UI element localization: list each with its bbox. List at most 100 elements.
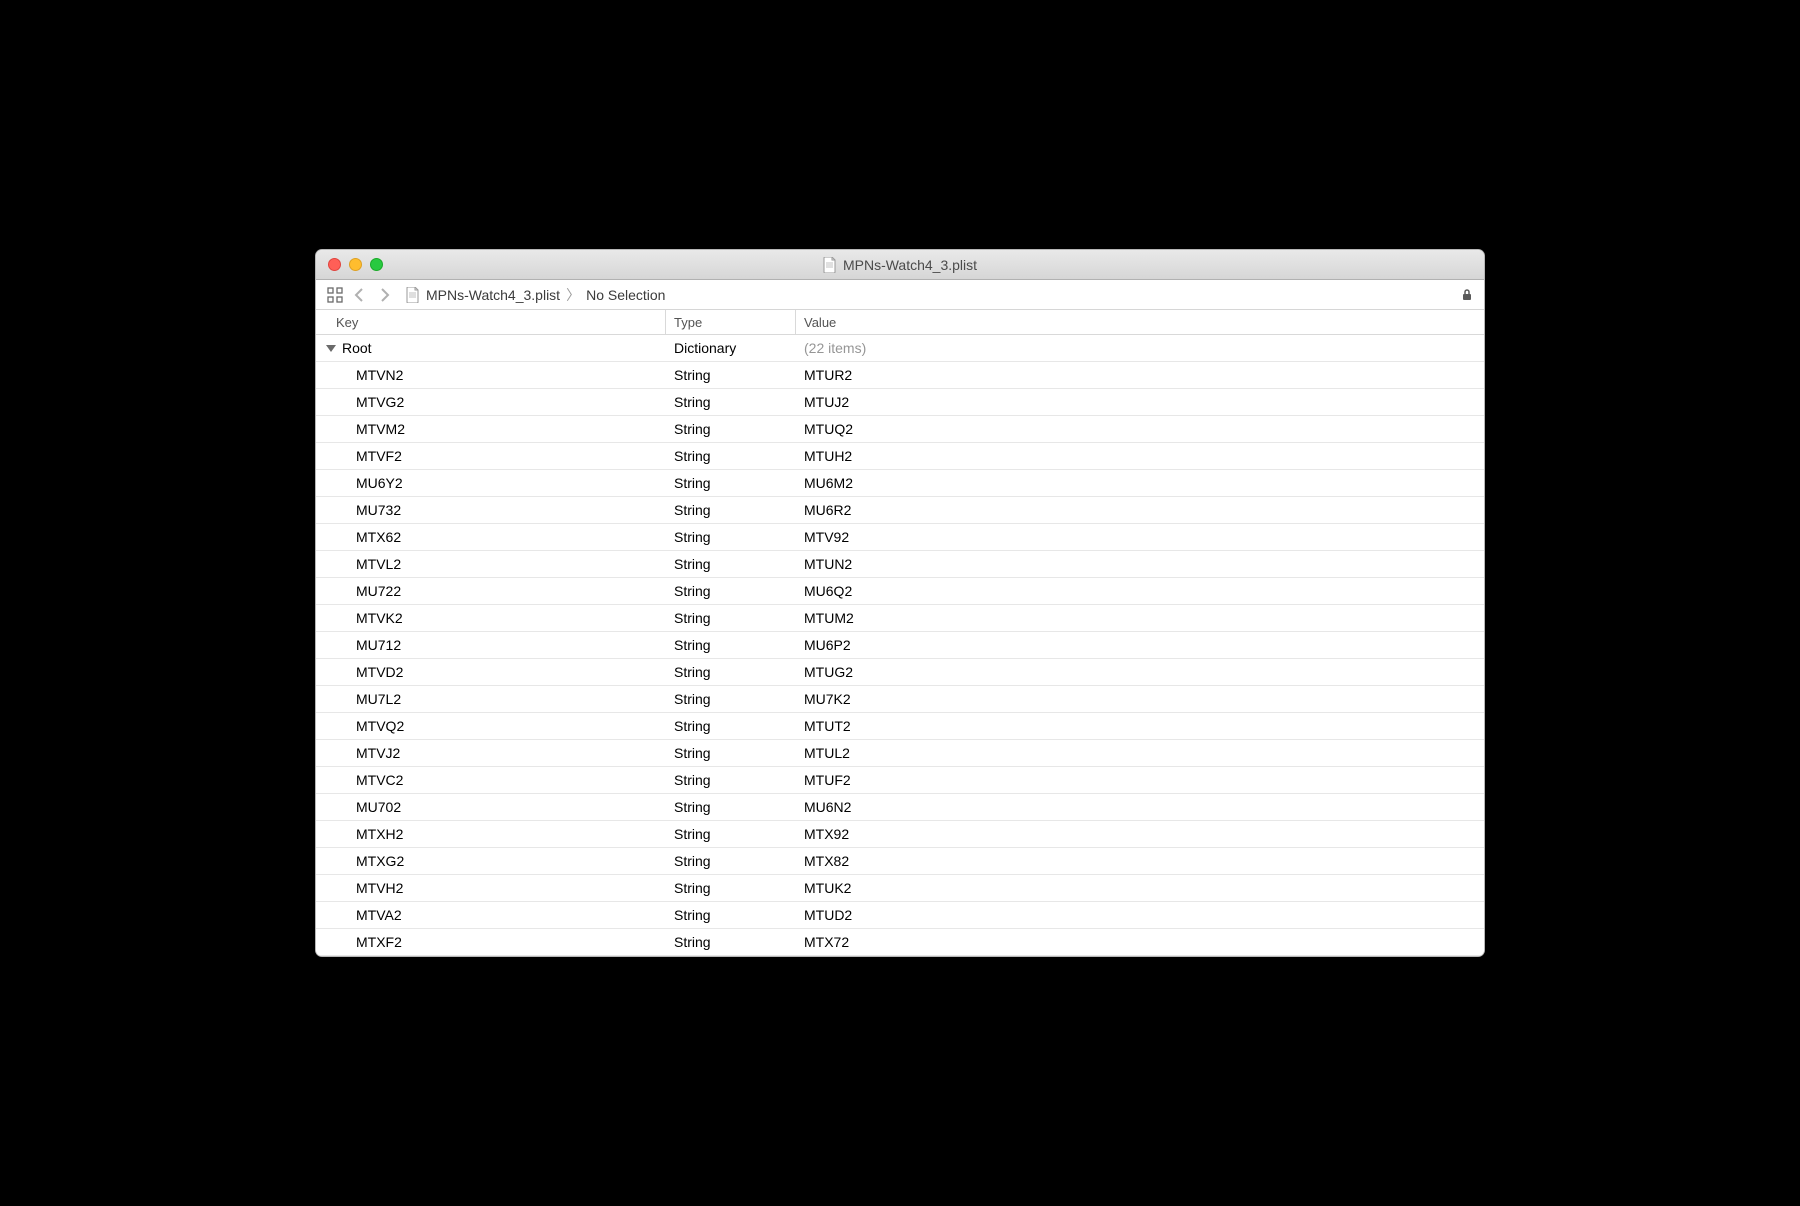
- lock-icon[interactable]: [1460, 288, 1474, 302]
- chevron-right-icon: 〉: [566, 285, 580, 305]
- cell-key: MTXG2: [316, 853, 666, 869]
- cell-value: MTUG2: [796, 664, 1484, 680]
- document-icon: [823, 257, 837, 273]
- table-row[interactable]: MU722StringMU6Q2: [316, 578, 1484, 605]
- cell-type: String: [666, 691, 796, 707]
- back-button[interactable]: [352, 287, 368, 303]
- cell-type: String: [666, 853, 796, 869]
- cell-type: String: [666, 610, 796, 626]
- window-title: MPNs-Watch4_3.plist: [316, 257, 1484, 273]
- table-header: Key Type Value: [316, 310, 1484, 335]
- close-button[interactable]: [328, 258, 341, 271]
- cell-type: String: [666, 826, 796, 842]
- table-row[interactable]: MTVL2StringMTUN2: [316, 551, 1484, 578]
- cell-type: String: [666, 718, 796, 734]
- table-row[interactable]: MTVQ2StringMTUT2: [316, 713, 1484, 740]
- cell-value: MTUL2: [796, 745, 1484, 761]
- cell-type: String: [666, 637, 796, 653]
- cell-key: MTX62: [316, 529, 666, 545]
- cell-key: MTVD2: [316, 664, 666, 680]
- cell-type: String: [666, 745, 796, 761]
- cell-key: MTVN2: [316, 367, 666, 383]
- cell-value: MU7K2: [796, 691, 1484, 707]
- document-icon: [406, 287, 420, 303]
- window-controls: [316, 258, 383, 271]
- cell-key: MU702: [316, 799, 666, 815]
- root-key: Root: [342, 340, 372, 356]
- table-row[interactable]: MTVD2StringMTUG2: [316, 659, 1484, 686]
- breadcrumb-file[interactable]: MPNs-Watch4_3.plist: [426, 287, 560, 303]
- table-row[interactable]: MTVC2StringMTUF2: [316, 767, 1484, 794]
- cell-type: String: [666, 772, 796, 788]
- cell-value: MTUF2: [796, 772, 1484, 788]
- table-row[interactable]: MTVJ2StringMTUL2: [316, 740, 1484, 767]
- table-row[interactable]: MTXH2StringMTX92: [316, 821, 1484, 848]
- cell-key: MTVL2: [316, 556, 666, 572]
- cell-value: MTUN2: [796, 556, 1484, 572]
- titlebar: MPNs-Watch4_3.plist: [316, 250, 1484, 280]
- cell-key: MTVF2: [316, 448, 666, 464]
- cell-type: String: [666, 556, 796, 572]
- minimize-button[interactable]: [349, 258, 362, 271]
- cell-value: MTUK2: [796, 880, 1484, 896]
- breadcrumb: MPNs-Watch4_3.plist 〉 No Selection: [406, 285, 665, 305]
- cell-value: MU6R2: [796, 502, 1484, 518]
- cell-value: MTUR2: [796, 367, 1484, 383]
- cell-value: MU6Q2: [796, 583, 1484, 599]
- cell-value: MTUM2: [796, 610, 1484, 626]
- cell-type: String: [666, 367, 796, 383]
- table-row[interactable]: MTXF2StringMTX72: [316, 929, 1484, 956]
- cell-type: String: [666, 934, 796, 950]
- cell-value: MTV92: [796, 529, 1484, 545]
- window-title-text: MPNs-Watch4_3.plist: [843, 257, 977, 273]
- table-row[interactable]: MU7L2StringMU7K2: [316, 686, 1484, 713]
- table-row[interactable]: MTVK2StringMTUM2: [316, 605, 1484, 632]
- toolbar: MPNs-Watch4_3.plist 〉 No Selection: [316, 280, 1484, 310]
- root-type: Dictionary: [666, 340, 796, 356]
- cell-key: MTVM2: [316, 421, 666, 437]
- cell-type: String: [666, 880, 796, 896]
- cell-value: MTUJ2: [796, 394, 1484, 410]
- cell-type: String: [666, 583, 796, 599]
- cell-key: MTVC2: [316, 772, 666, 788]
- cell-value: MTX82: [796, 853, 1484, 869]
- table-row[interactable]: MU712StringMU6P2: [316, 632, 1484, 659]
- maximize-button[interactable]: [370, 258, 383, 271]
- cell-type: String: [666, 394, 796, 410]
- column-key-header[interactable]: Key: [316, 310, 666, 334]
- column-value-header[interactable]: Value: [796, 310, 1484, 334]
- table-row[interactable]: MTXG2StringMTX82: [316, 848, 1484, 875]
- cell-type: String: [666, 502, 796, 518]
- cell-value: MTUD2: [796, 907, 1484, 923]
- disclosure-triangle-icon[interactable]: [326, 345, 336, 352]
- table-row[interactable]: MTVH2StringMTUK2: [316, 875, 1484, 902]
- cell-key: MTXF2: [316, 934, 666, 950]
- table-row[interactable]: MTVF2StringMTUH2: [316, 443, 1484, 470]
- cell-value: MU6N2: [796, 799, 1484, 815]
- cell-key: MTVK2: [316, 610, 666, 626]
- table-row[interactable]: MTVA2StringMTUD2: [316, 902, 1484, 929]
- table-row[interactable]: MU6Y2StringMU6M2: [316, 470, 1484, 497]
- cell-value: MTX72: [796, 934, 1484, 950]
- cell-key: MU732: [316, 502, 666, 518]
- cell-type: String: [666, 664, 796, 680]
- table-row[interactable]: MTX62StringMTV92: [316, 524, 1484, 551]
- related-items-icon[interactable]: [326, 286, 344, 304]
- cell-key: MU6Y2: [316, 475, 666, 491]
- cell-key: MTVJ2: [316, 745, 666, 761]
- cell-type: String: [666, 448, 796, 464]
- table-row[interactable]: MTVG2StringMTUJ2: [316, 389, 1484, 416]
- forward-button[interactable]: [376, 287, 392, 303]
- table-row[interactable]: MU702StringMU6N2: [316, 794, 1484, 821]
- table-row[interactable]: MTVM2StringMTUQ2: [316, 416, 1484, 443]
- table-row[interactable]: MU732StringMU6R2: [316, 497, 1484, 524]
- cell-key: MU722: [316, 583, 666, 599]
- cell-value: MTUQ2: [796, 421, 1484, 437]
- cell-type: String: [666, 475, 796, 491]
- root-row[interactable]: Root Dictionary (22 items): [316, 335, 1484, 362]
- column-type-header[interactable]: Type: [666, 310, 796, 334]
- table-row[interactable]: MTVN2StringMTUR2: [316, 362, 1484, 389]
- cell-type: String: [666, 907, 796, 923]
- cell-type: String: [666, 529, 796, 545]
- root-value: (22 items): [796, 340, 1484, 356]
